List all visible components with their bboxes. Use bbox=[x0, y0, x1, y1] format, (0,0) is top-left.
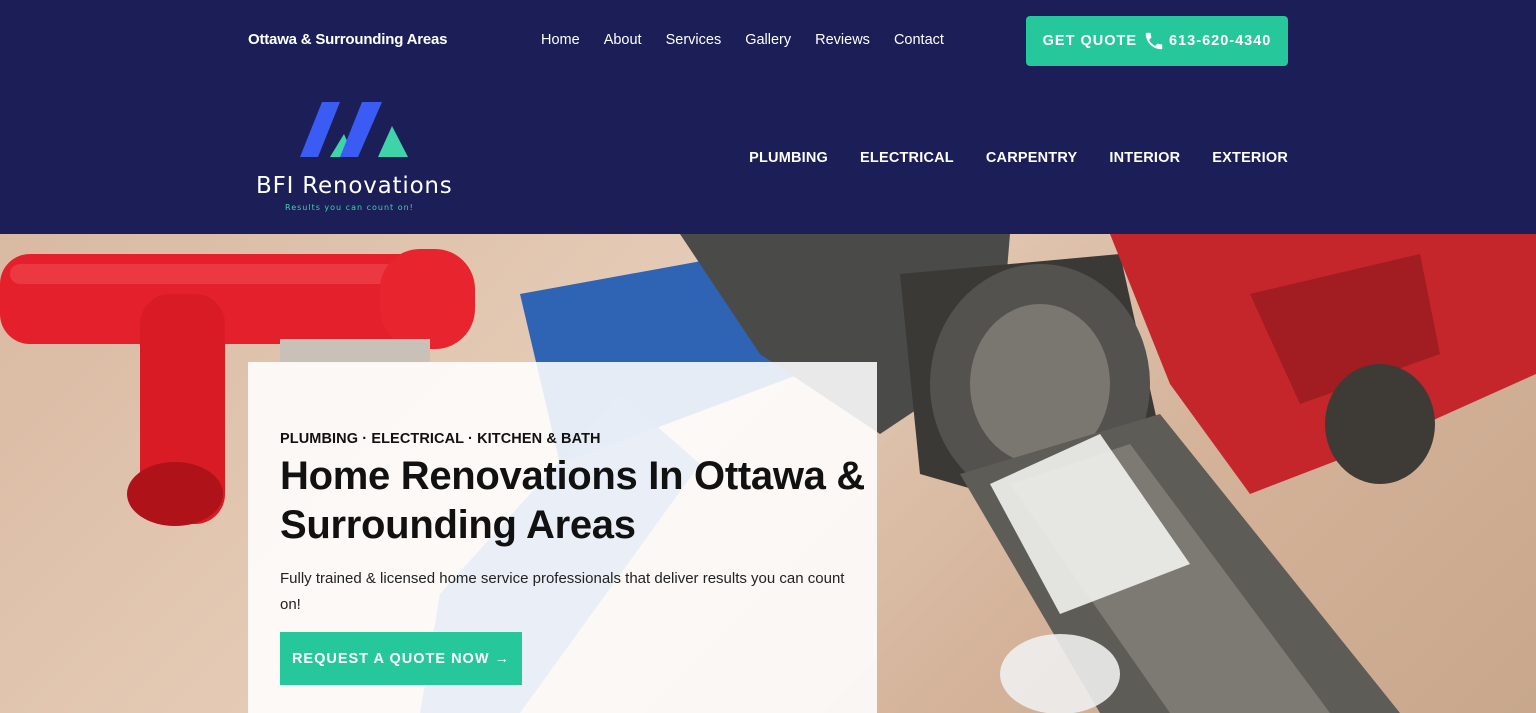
service-nav: PLUMBING ELECTRICAL CARPENTRY INTERIOR E… bbox=[749, 150, 1288, 166]
site-header: BFI Renovations Results you can count on… bbox=[0, 82, 1536, 234]
nav-contact[interactable]: Contact bbox=[894, 32, 944, 48]
phone-number: 613-620-4340 bbox=[1169, 33, 1272, 49]
logo[interactable]: BFI Renovations Results you can count on… bbox=[256, 102, 466, 217]
service-area-label: Ottawa & Surrounding Areas bbox=[248, 31, 448, 48]
nav-about[interactable]: About bbox=[604, 32, 642, 48]
hero-title: Home Renovations In Ottawa & Surrounding… bbox=[280, 454, 866, 547]
service-plumbing[interactable]: PLUMBING bbox=[749, 150, 828, 166]
hero-eyebrow: PLUMBING · ELECTRICAL · KITCHEN & BATH bbox=[280, 431, 601, 447]
nav-gallery[interactable]: Gallery bbox=[745, 32, 791, 48]
main-nav: Home About Services Gallery Reviews Cont… bbox=[541, 32, 968, 48]
request-quote-button[interactable]: REQUEST A QUOTE NOW → bbox=[280, 632, 522, 685]
nav-home[interactable]: Home bbox=[541, 32, 580, 48]
service-interior[interactable]: INTERIOR bbox=[1109, 150, 1180, 166]
service-carpentry[interactable]: CARPENTRY bbox=[986, 150, 1078, 166]
logo-name: BFI Renovations bbox=[256, 173, 453, 199]
get-quote-label: GET QUOTE bbox=[1042, 33, 1138, 49]
service-exterior[interactable]: EXTERIOR bbox=[1212, 150, 1288, 166]
phone-icon bbox=[1143, 30, 1165, 52]
get-quote-button[interactable]: GET QUOTE 613-620-4340 bbox=[1026, 16, 1288, 66]
logo-mark-icon bbox=[300, 102, 408, 157]
logo-tagline: Results you can count on! bbox=[285, 203, 414, 212]
nav-reviews[interactable]: Reviews bbox=[815, 32, 870, 48]
top-bar: Ottawa & Surrounding Areas Home About Se… bbox=[0, 0, 1536, 82]
hero-section: PLUMBING · ELECTRICAL · KITCHEN & BATH H… bbox=[0, 234, 1536, 713]
nav-services[interactable]: Services bbox=[666, 32, 722, 48]
hero-card: PLUMBING · ELECTRICAL · KITCHEN & BATH H… bbox=[248, 362, 877, 713]
hero-description: Fully trained & licensed home service pr… bbox=[280, 570, 845, 613]
service-electrical[interactable]: ELECTRICAL bbox=[860, 150, 954, 166]
